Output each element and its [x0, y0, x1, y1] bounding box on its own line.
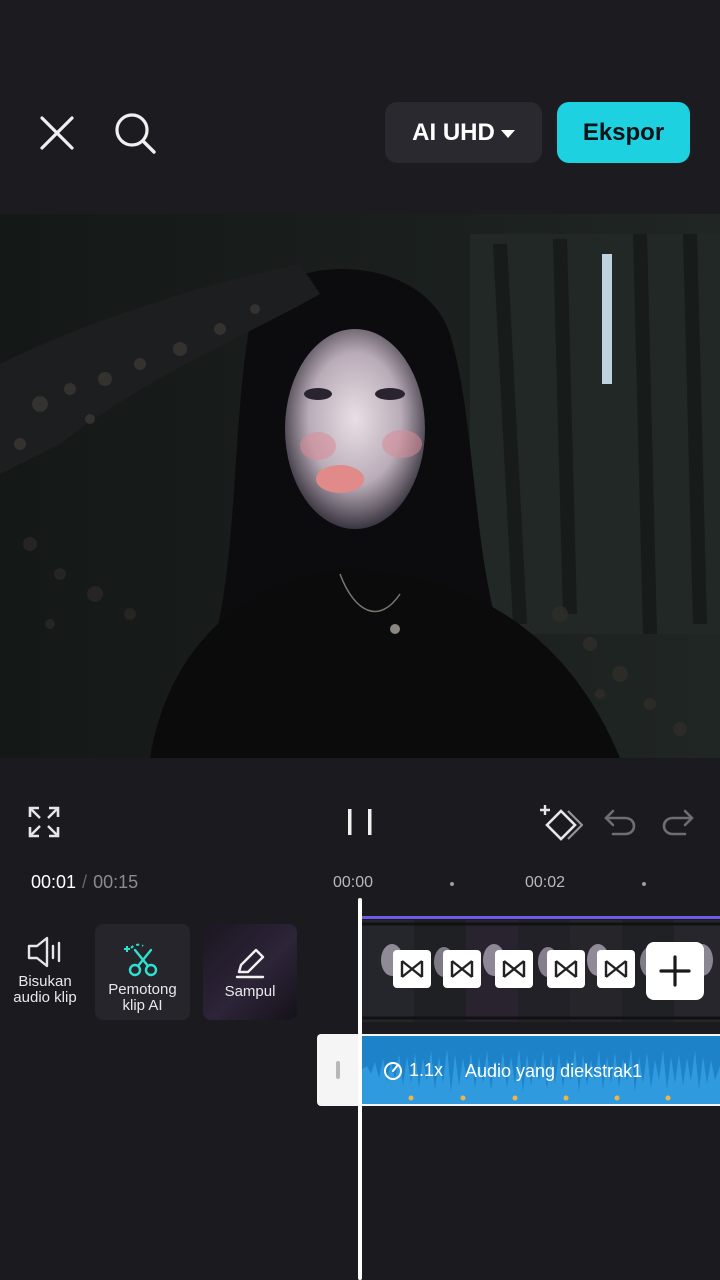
ai-clip-cutter-button[interactable]: Pemotong klip AI [95, 924, 190, 1020]
ruler-dot [642, 882, 646, 886]
undo-button[interactable] [600, 802, 640, 842]
keyframe-add-icon [540, 805, 583, 841]
transition-button[interactable] [443, 950, 481, 988]
transition-icon [450, 960, 474, 978]
plus-icon [659, 955, 691, 987]
close-button[interactable] [32, 108, 82, 158]
transition-button[interactable] [393, 950, 431, 988]
audio-speed-value: 1.1x [409, 1060, 444, 1080]
quality-dropdown[interactable]: AI UHD [385, 102, 542, 163]
transition-button[interactable] [597, 950, 635, 988]
redo-button[interactable] [658, 802, 698, 842]
mute-clip-audio-button[interactable]: Bisukan audio klip [0, 934, 90, 1006]
fullscreen-button[interactable] [22, 800, 66, 844]
playback-controls [0, 758, 720, 862]
cover-button[interactable]: Sampul [203, 924, 297, 1020]
audio-speed-badge: 1.1x [383, 1060, 443, 1081]
chevron-down-icon [500, 129, 515, 138]
add-clip-button[interactable] [646, 942, 704, 1000]
transition-icon [554, 960, 578, 978]
time-display: 00:01/00:15 [31, 872, 138, 893]
transition-button[interactable] [495, 950, 533, 988]
audio-track[interactable]: 1.1x Audio yang diekstrak1 [361, 1034, 720, 1106]
total-time: 00:15 [93, 872, 139, 892]
ai-scissors-icon [123, 943, 157, 977]
fullscreen-icon [28, 806, 60, 838]
current-time: 00:01 [31, 872, 77, 892]
speaker-icon [27, 936, 61, 968]
search-icon [115, 113, 156, 154]
ruler-label: 00:02 [525, 874, 566, 891]
quality-label: AI UHD [412, 118, 495, 146]
audio-clip-name: Audio yang diekstrak1 [465, 1061, 643, 1081]
transition-icon [604, 960, 628, 978]
export-label: Ekspor [582, 118, 665, 146]
transition-button[interactable] [547, 950, 585, 988]
ai-clip-cutter-label: Pemotong klip AI [108, 981, 177, 1014]
speed-gauge-icon [384, 1061, 402, 1080]
track-selection-line [362, 916, 720, 919]
trim-grip [336, 1061, 340, 1079]
ruler-label: 00:00 [333, 874, 374, 891]
pause-icon [348, 809, 372, 835]
playhead[interactable] [358, 898, 362, 1280]
video-preview[interactable] [0, 214, 720, 758]
keyframe-button[interactable] [536, 798, 586, 848]
ruler-dot [450, 882, 454, 886]
close-icon [40, 116, 74, 150]
preview-frame [0, 214, 720, 758]
transition-icon [502, 960, 526, 978]
mute-clip-audio-label: Bisukan audio klip [13, 973, 77, 1006]
edit-pencil-icon [235, 948, 265, 979]
audio-trim-handle[interactable] [317, 1034, 361, 1106]
export-button[interactable]: Ekspor [557, 102, 690, 163]
pause-button[interactable] [336, 800, 384, 844]
transition-icon [400, 960, 424, 978]
search-button[interactable] [108, 106, 162, 160]
top-bar: AI UHD Ekspor [0, 0, 720, 214]
time-separator: / [82, 872, 88, 892]
undo-icon [604, 809, 636, 836]
cover-label: Sampul [224, 983, 276, 1000]
redo-icon [662, 809, 694, 836]
